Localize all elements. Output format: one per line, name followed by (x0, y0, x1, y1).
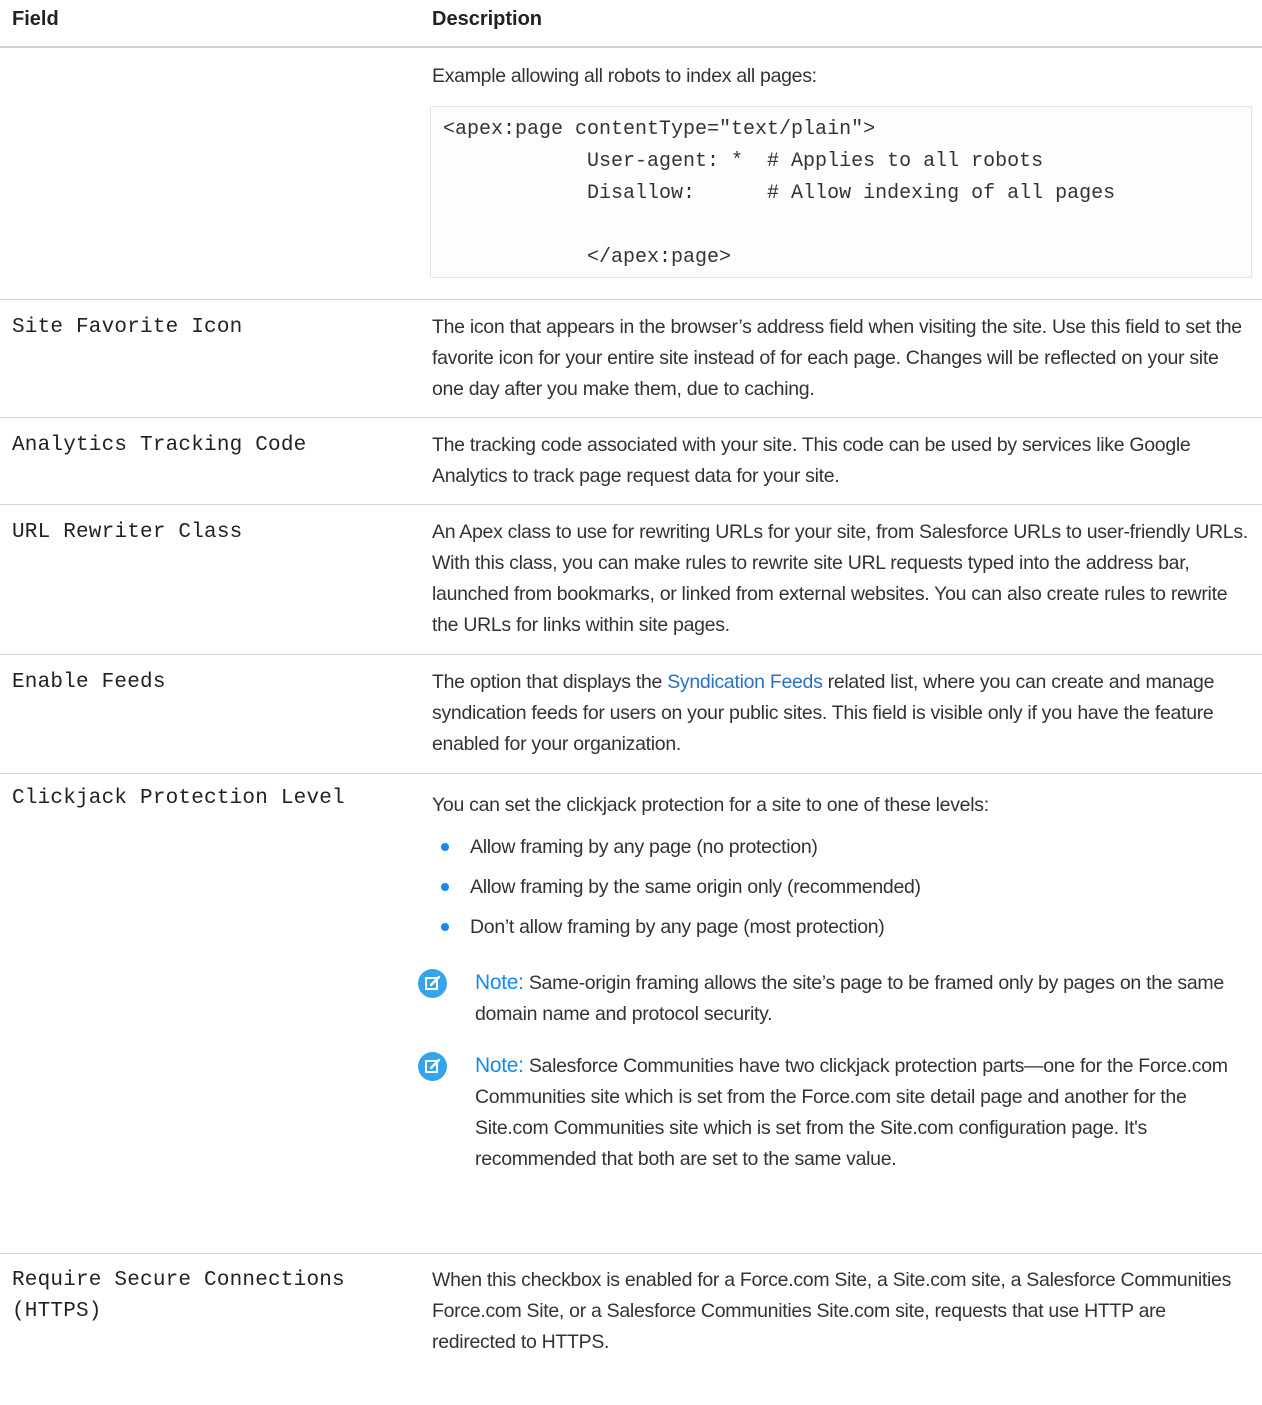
field-name: URL Rewriter Class (12, 521, 243, 544)
field-name-line: Require Secure Connections (12, 1269, 345, 1292)
field-description: You can set the clickjack protection for… (418, 790, 1252, 1175)
note-callout: Note: Same-origin framing allows the sit… (418, 967, 1252, 1030)
table-row-site-favorite-icon: Site Favorite Icon The icon that appears… (0, 300, 1262, 418)
code-block: <apex:page contentType="text/plain"> Use… (430, 106, 1252, 278)
field-description: An Apex class to use for rewriting URLs … (432, 521, 1248, 636)
description-text: The option that displays the (432, 671, 668, 693)
field-name: Site Favorite Icon (12, 316, 243, 339)
clickjack-levels-list: Allow framing by any page (no protection… (432, 827, 1252, 947)
table-row-clickjack-protection-level: Clickjack Protection Level You can set t… (0, 774, 1262, 1254)
list-item: Allow framing by the same origin only (r… (432, 867, 1252, 907)
field-column-header: Field (12, 8, 59, 30)
list-item: Allow framing by any page (no protection… (432, 827, 1252, 867)
code-line: <apex:page contentType="text/plain"> (443, 118, 876, 141)
note-text: Same-origin framing allows the site’s pa… (475, 972, 1224, 1025)
description-column-header: Description (432, 8, 543, 30)
list-item: Don’t allow framing by any page (most pr… (432, 907, 1252, 947)
code-line: </apex:page> (443, 246, 732, 269)
field-description: The option that displays the Syndication… (432, 667, 1252, 760)
table-row-url-rewriter-class: URL Rewriter Class An Apex class to use … (0, 505, 1262, 655)
table-row-require-secure-connections: Require Secure Connections (HTTPS) When … (0, 1254, 1262, 1374)
syndication-feeds-link[interactable]: Syndication Feeds (667, 671, 823, 693)
edit-note-icon (418, 1052, 447, 1081)
field-description: When this checkbox is enabled for a Forc… (432, 1269, 1232, 1353)
field-name: Clickjack Protection Level (12, 787, 345, 810)
field-description: The tracking code associated with your s… (432, 434, 1191, 487)
code-line: User-agent: * # Applies to all robots (443, 150, 1044, 173)
table-header: Field Description (0, 0, 1262, 48)
table-row-enable-feeds: Enable Feeds The option that displays th… (0, 655, 1262, 774)
table-row-analytics-tracking-code: Analytics Tracking Code The tracking cod… (0, 418, 1262, 505)
field-name: Enable Feeds (12, 671, 166, 694)
edit-note-icon (418, 969, 447, 998)
robots-example-intro: Example allowing all robots to index all… (432, 65, 817, 87)
note-label: Note: (475, 971, 524, 994)
field-description-table: Field Description Example allowing all r… (0, 0, 1262, 1374)
note-text: Salesforce Communities have two clickjac… (475, 1055, 1228, 1170)
field-description: The icon that appears in the browser’s a… (432, 316, 1242, 400)
field-name-line: (HTTPS) (12, 1300, 102, 1323)
note-label: Note: (475, 1054, 524, 1077)
field-name: Require Secure Connections (HTTPS) (12, 1265, 345, 1327)
field-name: Analytics Tracking Code (12, 434, 307, 457)
clickjack-intro: You can set the clickjack protection for… (432, 794, 989, 816)
code-line: Disallow: # Allow indexing of all pages (443, 182, 1116, 205)
note-callout: Note: Salesforce Communities have two cl… (418, 1050, 1252, 1175)
table-row-robots-example: Example allowing all robots to index all… (0, 48, 1262, 300)
